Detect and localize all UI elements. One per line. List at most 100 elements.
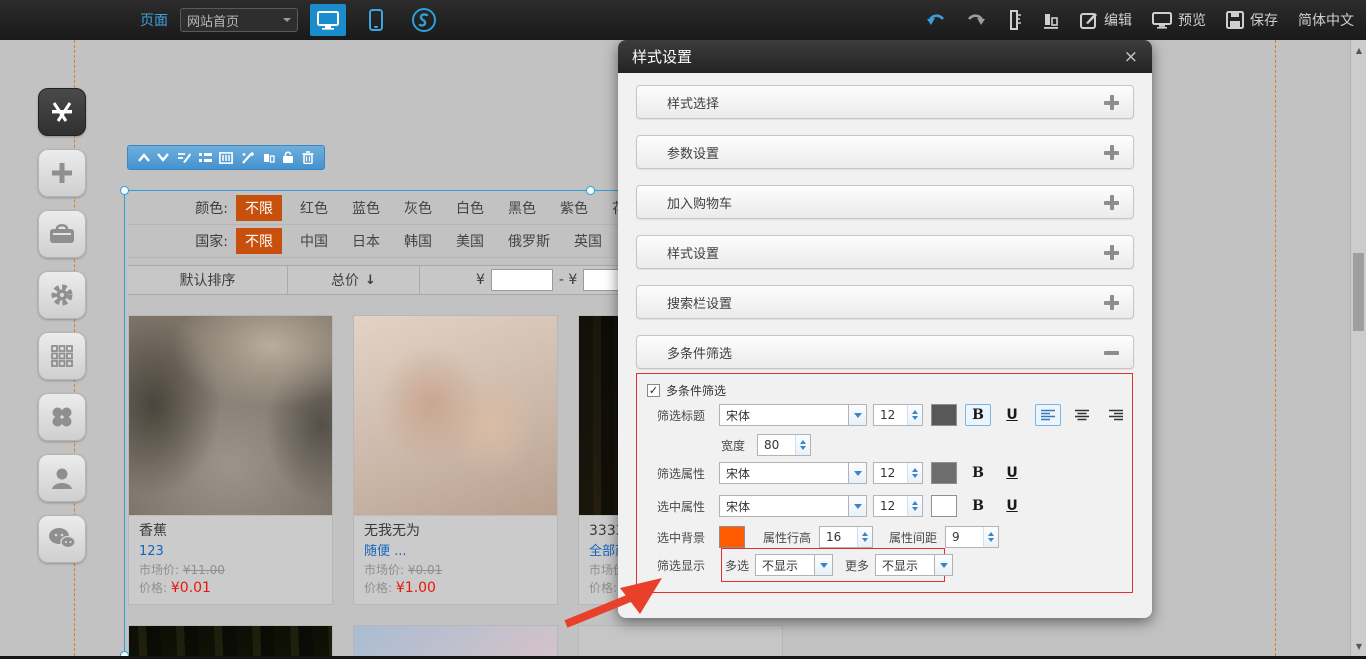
underline-button[interactable]: U [999, 462, 1025, 484]
select-caret-icon[interactable] [814, 555, 832, 575]
multi-select-dropdown[interactable]: 不显示 [755, 554, 833, 576]
filter-option[interactable]: 灰色 [404, 195, 432, 221]
sidebar-item-members[interactable] [38, 454, 86, 502]
align-left-button[interactable] [1035, 404, 1061, 426]
collapse-minus-icon[interactable] [1104, 345, 1119, 360]
selection-handle-top-mid[interactable] [586, 186, 595, 195]
sort-default-tab[interactable]: 默认排序 [128, 266, 288, 294]
underline-button[interactable]: U [999, 495, 1025, 517]
width-spinner[interactable]: 80 [757, 434, 811, 456]
lock-button[interactable] [282, 151, 294, 164]
bold-button[interactable]: B [965, 404, 991, 426]
align-center-button[interactable] [1069, 404, 1095, 426]
scroll-down-arrow[interactable]: ▼ [1351, 638, 1366, 654]
price-min-input[interactable] [491, 269, 553, 291]
spinner-arrows-icon[interactable] [857, 527, 872, 547]
filter-title-size-spinner[interactable]: 12 [873, 404, 923, 426]
filter-title-font-select[interactable]: 宋体 [719, 404, 867, 426]
spinner-arrows-icon[interactable] [795, 435, 810, 455]
accordion-parameters[interactable]: 参数设置 [636, 135, 1134, 169]
sidebar-item-modules[interactable] [38, 332, 86, 380]
sidebar-item-settings[interactable] [38, 271, 86, 319]
filter-option[interactable]: 美国 [456, 228, 484, 254]
filter-option[interactable]: 中国 [300, 228, 328, 254]
params-button[interactable] [219, 152, 233, 164]
accordion-style-select[interactable]: 样式选择 [636, 85, 1134, 119]
accordion-style-settings[interactable]: 样式设置 [636, 235, 1134, 269]
expand-plus-icon[interactable] [1104, 245, 1119, 260]
selected-attr-color-swatch[interactable] [931, 495, 957, 517]
filter-selected-chip[interactable]: 不限 [236, 195, 282, 221]
bold-button[interactable]: B [965, 462, 991, 484]
accordion-search-bar[interactable]: 搜索栏设置 [636, 285, 1134, 319]
filter-option[interactable]: 英国 [574, 228, 602, 254]
selected-bg-color-swatch[interactable] [719, 526, 745, 548]
link-mode-button[interactable] [406, 4, 442, 36]
filter-option[interactable]: 白色 [456, 195, 484, 221]
spinner-arrows-icon[interactable] [907, 463, 922, 483]
product-link[interactable]: 随便 ... [364, 542, 547, 562]
language-switch[interactable]: 简体中文 [1298, 10, 1354, 30]
sort-price-tab[interactable]: 总价 ↓ [288, 266, 420, 294]
product-link[interactable]: 123 [139, 542, 322, 562]
edit-button[interactable]: 编辑 [1080, 10, 1132, 30]
accordion-add-to-cart[interactable]: 加入购物车 [636, 185, 1134, 219]
expand-plus-icon[interactable] [1104, 195, 1119, 210]
selection-handle-top-left[interactable] [120, 186, 129, 195]
sidebar-item-add[interactable] [38, 149, 86, 197]
bold-button[interactable]: B [965, 495, 991, 517]
scrollbar-thumb[interactable] [1353, 253, 1364, 331]
filter-option[interactable]: 紫色 [560, 195, 588, 221]
scroll-up-arrow[interactable]: ▲ [1351, 42, 1366, 58]
page-scrollbar[interactable]: ▲ ▼ [1350, 40, 1366, 656]
move-up-button[interactable] [138, 153, 150, 162]
edit-content-button[interactable] [177, 152, 191, 164]
sidebar-item-apps[interactable] [38, 393, 86, 441]
desktop-view-button[interactable] [310, 4, 346, 36]
product-card[interactable] [578, 625, 783, 659]
expand-plus-icon[interactable] [1104, 295, 1119, 310]
product-card[interactable] [353, 625, 558, 659]
select-caret-icon[interactable] [848, 496, 866, 516]
select-caret-icon[interactable] [934, 555, 952, 575]
filter-option[interactable]: 黑色 [508, 195, 536, 221]
selected-attr-size-spinner[interactable]: 12 [873, 495, 923, 517]
multi-filter-checkbox[interactable]: ✓ [647, 384, 660, 397]
style-wand-button[interactable] [241, 151, 255, 164]
more-dropdown[interactable]: 不显示 [875, 554, 953, 576]
spinner-arrows-icon[interactable] [983, 527, 998, 547]
stats-button[interactable] [1042, 11, 1060, 29]
spinner-arrows-icon[interactable] [907, 405, 922, 425]
product-card[interactable]: 香蕉 123 市场价: ¥11.00 价格: ¥0.01 [128, 315, 333, 605]
data-button[interactable] [263, 152, 275, 164]
preview-button[interactable]: 预览 [1152, 10, 1206, 30]
filter-option[interactable]: 日本 [352, 228, 380, 254]
filter-attr-font-select[interactable]: 宋体 [719, 462, 867, 484]
spinner-arrows-icon[interactable] [907, 496, 922, 516]
undo-button[interactable] [926, 13, 946, 27]
expand-plus-icon[interactable] [1104, 95, 1119, 110]
sidebar-item-components[interactable] [38, 88, 86, 136]
save-button[interactable]: 保存 [1226, 10, 1278, 30]
filter-attr-size-spinner[interactable]: 12 [873, 462, 923, 484]
accordion-multi-filter[interactable]: 多条件筛选 [636, 335, 1134, 369]
move-down-button[interactable] [157, 153, 169, 162]
redo-button[interactable] [966, 13, 986, 27]
sidebar-item-wechat[interactable] [38, 515, 86, 563]
selected-attr-font-select[interactable]: 宋体 [719, 495, 867, 517]
product-card[interactable] [128, 625, 333, 659]
filter-option[interactable]: 红色 [300, 195, 328, 221]
filter-attr-color-swatch[interactable] [931, 462, 957, 484]
close-icon[interactable]: × [1124, 47, 1138, 67]
product-card[interactable]: 无我无为 随便 ... 市场价: ¥0.01 价格: ¥1.00 [353, 315, 558, 605]
spacing-spinner[interactable]: 9 [945, 526, 999, 548]
select-caret-icon[interactable] [848, 405, 866, 425]
select-caret-icon[interactable] [848, 463, 866, 483]
filter-option[interactable]: 韩国 [404, 228, 432, 254]
panel-header[interactable]: 样式设置 × [618, 40, 1152, 73]
page-select[interactable]: 网站首页 [180, 8, 298, 32]
delete-button[interactable] [302, 151, 314, 164]
sidebar-item-toolbox[interactable] [38, 210, 86, 258]
filter-option[interactable]: 蓝色 [352, 195, 380, 221]
filter-title-color-swatch[interactable] [931, 404, 957, 426]
